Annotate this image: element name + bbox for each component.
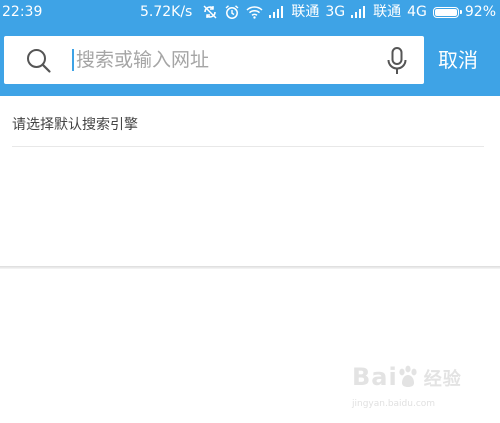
paw-icon bbox=[396, 365, 420, 395]
battery-icon bbox=[432, 6, 462, 18]
network-2-label: 4G bbox=[407, 4, 427, 20]
battery-tip bbox=[459, 9, 462, 14]
signal-icon bbox=[269, 6, 285, 18]
carrier-2-label: 联通 bbox=[373, 4, 402, 20]
header-bar: 22:39 5.72K/s 联通 3G 联通 4G 92% 搜索或输入网址 取消 bbox=[0, 0, 500, 96]
screen: 22:39 5.72K/s 联通 3G 联通 4G 92% 搜索或输入网址 取消… bbox=[0, 0, 500, 423]
sync-off-icon bbox=[202, 4, 218, 20]
battery-fill bbox=[434, 8, 457, 16]
carrier-1-label: 联通 bbox=[291, 4, 320, 20]
watermark-url: jingyan.baidu.com bbox=[352, 399, 436, 409]
wifi-icon bbox=[246, 5, 263, 19]
network-1-label: 3G bbox=[325, 4, 346, 20]
status-time: 22:39 bbox=[2, 4, 43, 20]
default-search-engine-prompt[interactable]: 请选择默认搜索引擎 bbox=[12, 115, 138, 135]
watermark-logo-text: Bai bbox=[352, 363, 398, 391]
panel-bottom-edge bbox=[0, 266, 500, 269]
status-indicators: 5.72K/s 联通 3G 联通 4G 92% bbox=[140, 0, 496, 24]
battery-percent: 92% bbox=[464, 4, 496, 20]
watermark-logo-suffix: 经验 bbox=[423, 369, 462, 390]
network-speed: 5.72K/s bbox=[139, 4, 193, 20]
search-input[interactable] bbox=[76, 36, 366, 84]
text-cursor bbox=[72, 49, 74, 71]
search-box[interactable] bbox=[4, 36, 424, 84]
microphone-icon[interactable] bbox=[384, 46, 410, 76]
signal-icon bbox=[351, 6, 367, 18]
alarm-icon bbox=[224, 4, 240, 20]
status-bar: 22:39 5.72K/s 联通 3G 联通 4G 92% bbox=[0, 0, 500, 24]
search-icon[interactable] bbox=[24, 46, 54, 76]
watermark: Bai 经验 jingyan.baidu.com bbox=[352, 363, 472, 411]
cancel-button[interactable]: 取消 bbox=[438, 44, 478, 76]
divider bbox=[12, 146, 484, 147]
